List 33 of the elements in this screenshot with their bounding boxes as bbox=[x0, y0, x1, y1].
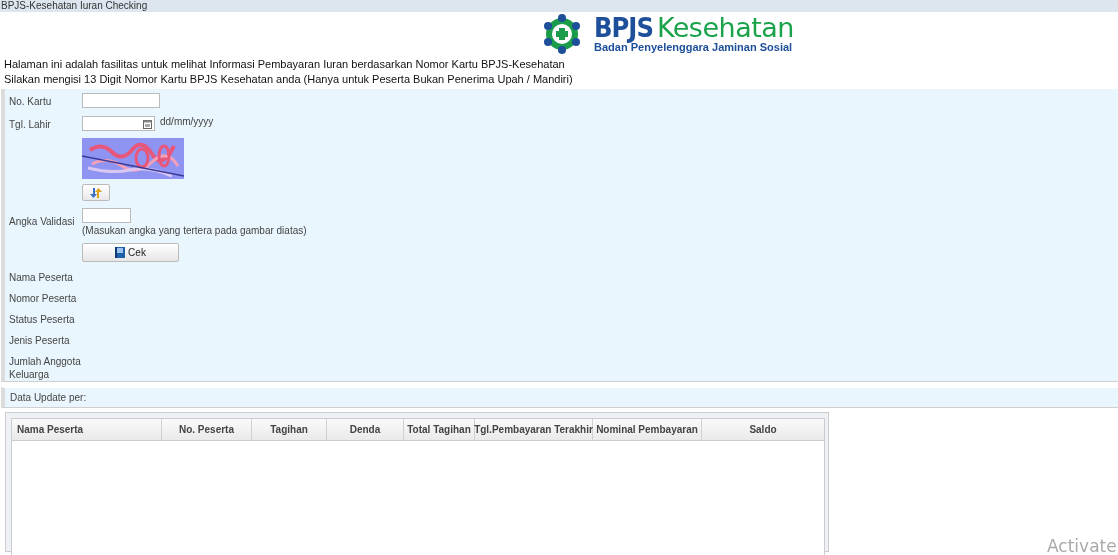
field-label: Tgl. Lahir bbox=[9, 118, 52, 131]
field-label: Nama Peserta bbox=[9, 271, 74, 284]
intro-text: Silakan mengisi 13 Digit Nomor Kartu BPJS Kesehatan anda (Hanya untuk Peserta Bukan Penerima Upah / Mandiri) bbox=[4, 72, 574, 87]
check-button[interactable]: Cek bbox=[82, 243, 179, 262]
date-input[interactable] bbox=[82, 116, 155, 131]
logo-wordmark: Kesehatan bbox=[656, 14, 794, 41]
calendar-icon[interactable] bbox=[143, 118, 152, 129]
field-label: Jenis Peserta bbox=[9, 334, 71, 347]
column-header[interactable]: Nama Peserta bbox=[12, 419, 162, 440]
logo-emblem-icon bbox=[544, 14, 581, 54]
column-header[interactable]: Nominal Pembayaran bbox=[593, 419, 702, 440]
activation-watermark: Activate bbox=[1047, 536, 1117, 555]
logo-wordmark: BPJS bbox=[594, 14, 653, 41]
field-hint: (Masukan angka yang tertera pada gambar diatas) bbox=[82, 225, 307, 236]
refresh-captcha-button[interactable] bbox=[82, 184, 110, 201]
field-label: Nomor Peserta bbox=[9, 292, 78, 305]
intro-text: Halaman ini adalah fasilitas untuk melihat Informasi Pembayaran Iuran berdasarkan Nomor Kartu BPJS-Kesehatan bbox=[4, 57, 566, 72]
card-number-input[interactable] bbox=[82, 93, 160, 108]
field-label: Jumlah Anggota Keluarga bbox=[9, 355, 82, 381]
column-header[interactable]: Tagihan bbox=[252, 419, 327, 440]
column-header[interactable]: Saldo bbox=[702, 419, 824, 440]
field-label: Status Peserta bbox=[9, 313, 76, 326]
column-header[interactable]: Denda bbox=[327, 419, 404, 440]
column-header[interactable]: Total Tagihan bbox=[404, 419, 475, 440]
field-label: Angka Validasi bbox=[9, 215, 76, 228]
column-header[interactable]: No. Peserta bbox=[162, 419, 252, 440]
date-format-hint: dd/mm/yyyy bbox=[160, 116, 214, 127]
arrows-icon bbox=[90, 187, 102, 198]
column-header[interactable]: Tgl.Pembayaran Terakhir bbox=[475, 419, 593, 440]
window-title: BPJS-Kesehatan Iuran Checking bbox=[1, 0, 148, 12]
validation-input[interactable] bbox=[82, 208, 131, 223]
update-label: Data Update per: bbox=[10, 392, 87, 403]
field-label: No. Kartu bbox=[9, 95, 53, 108]
